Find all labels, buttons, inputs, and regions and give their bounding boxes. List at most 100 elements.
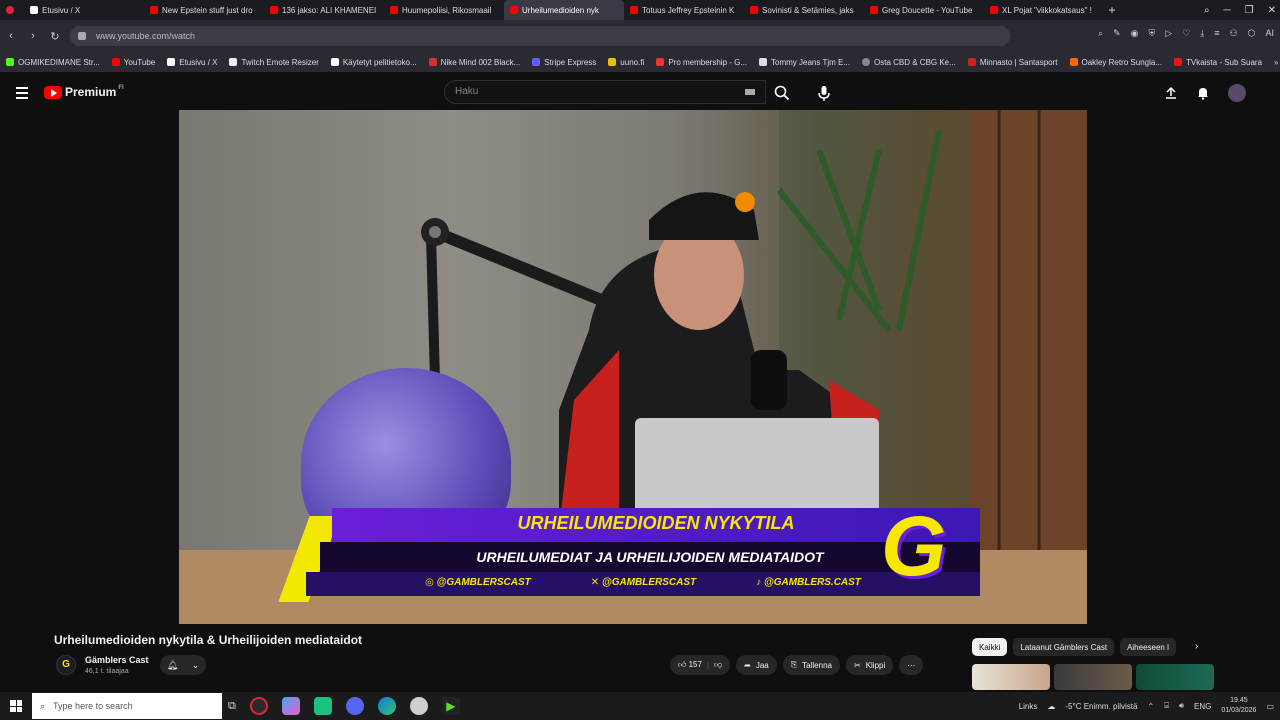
weather-widget[interactable]: -5°C Enimm. pilvistä bbox=[1065, 702, 1137, 711]
bookmarks-overflow-icon[interactable]: » bbox=[1274, 58, 1278, 67]
tab-4-active[interactable]: Urheilumedioiden nyk bbox=[504, 0, 624, 20]
save-button[interactable]: ⎘ Tallenna bbox=[782, 655, 840, 675]
heart-icon[interactable]: ♡ bbox=[1182, 28, 1190, 39]
account-avatar[interactable] bbox=[1228, 84, 1246, 102]
download-icon[interactable]: ⤓ bbox=[1200, 28, 1204, 39]
chip-related[interactable]: Aiheeseen l bbox=[1120, 638, 1176, 656]
edge-icon[interactable] bbox=[377, 697, 396, 715]
tab-7[interactable]: Greg Doucette - YouTube bbox=[864, 0, 984, 20]
youtube-logo-icon bbox=[44, 85, 62, 99]
bookmark-2[interactable]: Etusivu / X bbox=[167, 58, 217, 67]
edit-icon[interactable]: ✎ bbox=[1113, 28, 1121, 39]
share-button[interactable]: ➦ Jaa bbox=[736, 655, 777, 675]
back-button[interactable]: ‹ bbox=[0, 30, 22, 42]
bookmark-1[interactable]: YouTube bbox=[111, 58, 155, 67]
forward-button[interactable]: › bbox=[22, 30, 44, 42]
spreadsheet-icon[interactable] bbox=[313, 697, 332, 715]
language-indicator[interactable]: ENG bbox=[1194, 702, 1211, 711]
extension-icon[interactable]: ⬡ bbox=[1248, 28, 1256, 39]
close-button[interactable]: ✕ bbox=[1268, 5, 1276, 16]
tiktok-handle: ♪ @GAMBLERS.CAST bbox=[756, 577, 861, 588]
more-actions-button[interactable]: ⋯ bbox=[899, 655, 924, 675]
menu-icon[interactable]: ≡ bbox=[1214, 28, 1219, 39]
x-handle: ✕ @GAMBLERSCAST bbox=[590, 577, 697, 588]
video-player[interactable]: URHEILUMEDIOIDEN NYKYTILA URHEILUMEDIAT … bbox=[179, 110, 1087, 624]
bookmark-7[interactable]: uuno.fi bbox=[608, 58, 644, 67]
discord-icon[interactable] bbox=[345, 697, 364, 715]
bookmark-10[interactable]: Osta CBD & CBG Ke... bbox=[862, 58, 956, 67]
volume-icon[interactable]: 🔊︎ bbox=[1179, 701, 1184, 711]
task-view-icon[interactable]: ⧉ bbox=[228, 700, 236, 713]
shield-icon[interactable]: ⛨ bbox=[1149, 28, 1156, 39]
notifications-bell-icon[interactable] bbox=[1196, 86, 1210, 100]
chevron-up-icon[interactable]: ⌃ bbox=[1147, 702, 1154, 711]
header-right bbox=[1164, 84, 1246, 102]
minimize-button[interactable]: ─ bbox=[1224, 5, 1231, 16]
taskbar-apps: ⧉ ▶ bbox=[228, 697, 460, 715]
ai-button[interactable]: AI bbox=[1265, 28, 1274, 39]
thumbnail-2[interactable] bbox=[1054, 664, 1132, 690]
opera-gx-icon[interactable] bbox=[249, 697, 268, 715]
links-toolbar[interactable]: Links bbox=[1019, 702, 1038, 711]
bookmark-11[interactable]: Minnasto | Santasport bbox=[967, 58, 1058, 67]
url-text: www.youtube.com/watch bbox=[96, 31, 196, 41]
upload-icon[interactable] bbox=[1164, 86, 1178, 100]
url-field[interactable]: www.youtube.com/watch bbox=[70, 26, 1010, 46]
play-app-icon[interactable]: ▶ bbox=[441, 697, 460, 715]
play-icon[interactable]: ▷ bbox=[1165, 28, 1172, 39]
start-button[interactable] bbox=[0, 700, 32, 712]
tab-6[interactable]: Sovinisti & Setämies, jaks bbox=[744, 0, 864, 20]
search-tabs-icon[interactable]: ⌕ bbox=[1204, 5, 1210, 16]
opera-menu-icon[interactable] bbox=[0, 0, 24, 20]
search-input[interactable]: Haku bbox=[444, 80, 766, 104]
bookmark-9[interactable]: Tommy Jeans Tjm E... bbox=[759, 58, 850, 67]
network-icon[interactable]: ⌸ bbox=[1164, 701, 1169, 711]
bookmark-13[interactable]: TVkaista - Sub Suara bbox=[1173, 58, 1262, 67]
bookmark-0[interactable]: OGMIKEDIMANE Str... bbox=[6, 58, 100, 67]
channel-avatar[interactable]: G bbox=[56, 655, 76, 675]
account-icon[interactable]: ⚇ bbox=[1230, 28, 1238, 39]
zoom-icon[interactable]: ⌕ bbox=[1098, 28, 1103, 39]
youtube-premium-logo[interactable]: Premium FI bbox=[44, 85, 124, 99]
bookmark-5[interactable]: Nike Mind 002 Black... bbox=[428, 58, 520, 67]
tab-3[interactable]: Huumepoliisi, Rikosmaail bbox=[384, 0, 504, 20]
notification-icon[interactable]: ▭ bbox=[1266, 702, 1274, 711]
bookmark-12[interactable]: Oakley Retro Sungla... bbox=[1069, 58, 1162, 67]
microphone-icon[interactable] bbox=[814, 83, 834, 103]
chip-all[interactable]: Kaikki bbox=[972, 638, 1008, 656]
maximize-button[interactable]: ❐ bbox=[1245, 5, 1254, 16]
tab-5[interactable]: Totuus Jeffrey Epsteinin K bbox=[624, 0, 744, 20]
bookmark-6[interactable]: Stripe Express bbox=[532, 58, 596, 67]
clip-button[interactable]: ✂ Klippi bbox=[845, 655, 894, 675]
windows-logo-icon bbox=[10, 700, 22, 712]
tab-0[interactable]: Etusivu / X bbox=[24, 0, 144, 20]
tab-1[interactable]: New Epstein stuff just dro bbox=[144, 0, 264, 20]
figma-icon[interactable] bbox=[281, 697, 300, 715]
bell-icon: 🔔︎ bbox=[166, 659, 179, 670]
taskbar-search[interactable]: ⌕ Type here to search bbox=[32, 693, 222, 719]
camera-icon[interactable]: ◉ bbox=[1131, 28, 1139, 39]
new-tab-button[interactable]: + bbox=[1104, 2, 1120, 18]
hamburger-menu-icon[interactable] bbox=[16, 87, 28, 102]
youtube-icon bbox=[630, 6, 638, 14]
thumbnail-1[interactable] bbox=[972, 664, 1050, 690]
bookmark-8[interactable]: Pro membership - G... bbox=[656, 58, 747, 67]
tab-2[interactable]: 136 jakso: ALI KHAMENEI bbox=[264, 0, 384, 20]
like-button[interactable]: 👍︎ 157 bbox=[678, 660, 702, 670]
chevron-right-icon[interactable]: › bbox=[1195, 641, 1198, 652]
channel-name[interactable]: Gämblers Cast bbox=[85, 655, 149, 665]
bookmark-3[interactable]: Twitch Emote Resizer bbox=[229, 58, 319, 67]
chip-channel[interactable]: Lataanut Gämblers Cast bbox=[1013, 638, 1115, 656]
reload-button[interactable]: ↻ bbox=[44, 30, 66, 43]
app-icon[interactable] bbox=[409, 697, 428, 715]
thumbnail-3[interactable] bbox=[1136, 664, 1214, 690]
keyboard-icon[interactable] bbox=[745, 89, 755, 95]
search-icon[interactable] bbox=[772, 83, 792, 103]
bookmark-4[interactable]: Käytetyt pelitietoko... bbox=[330, 58, 417, 67]
x-icon bbox=[30, 6, 38, 14]
tab-8[interactable]: XL Pojat "viikkokatsaus" ! bbox=[984, 0, 1104, 20]
clock[interactable]: 19.45 01/03/2026 bbox=[1221, 696, 1256, 716]
dislike-button[interactable]: 👎︎ bbox=[714, 660, 722, 670]
cbd-icon bbox=[862, 58, 870, 66]
subscribed-bell-button[interactable]: 🔔︎ ⌄ bbox=[160, 655, 206, 675]
